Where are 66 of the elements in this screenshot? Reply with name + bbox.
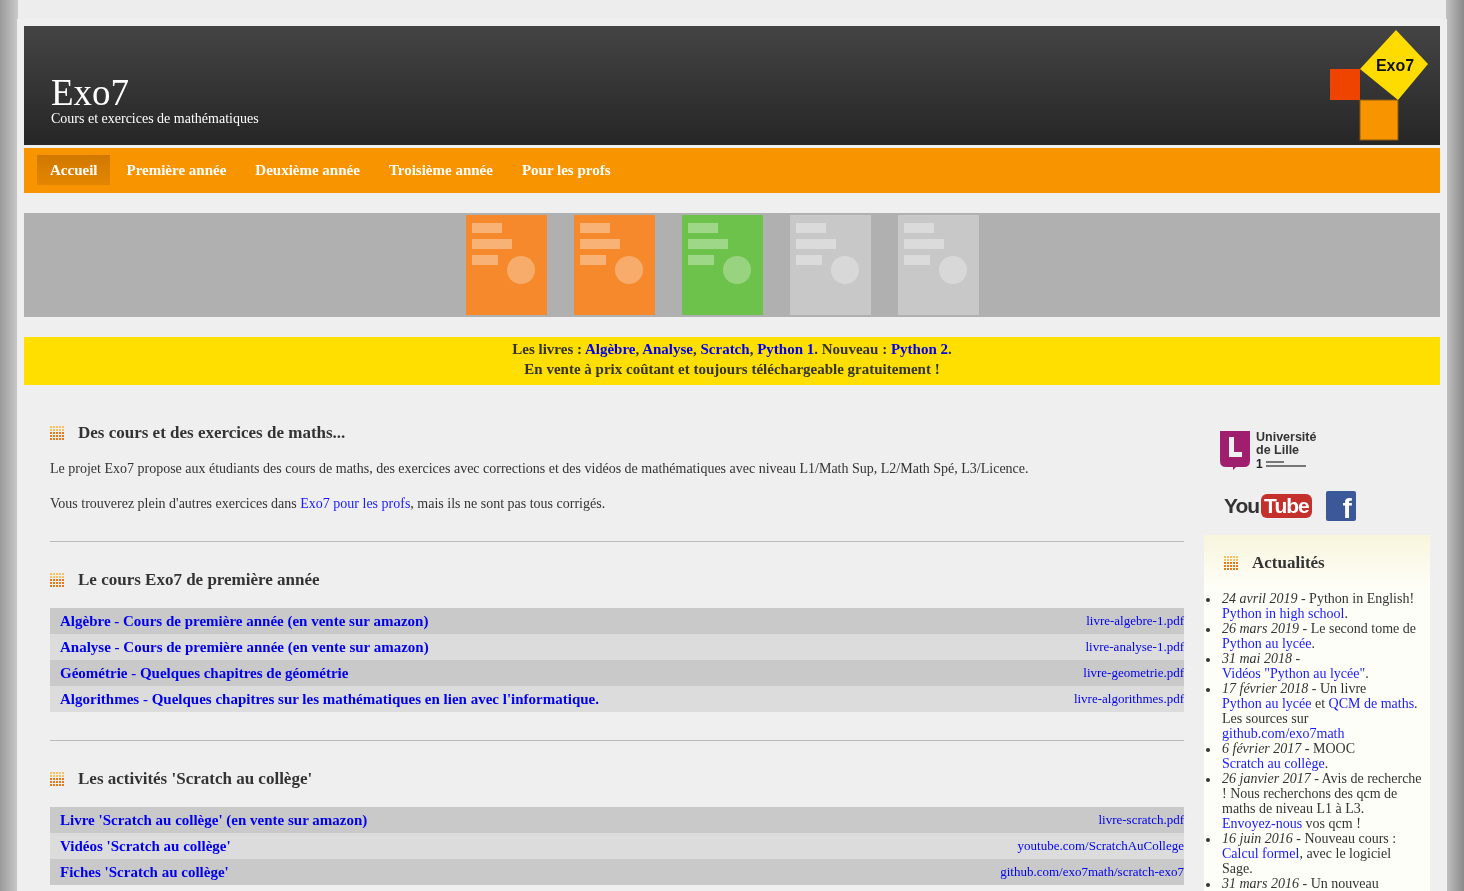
file-link[interactable]: livre-scratch.pdf [1098,812,1184,828]
course-link[interactable]: Algèbre - Cours de première année (en vente sur amazon) [60,612,429,630]
book-link[interactable]: Python 1 [757,341,815,357]
course-link[interactable]: Livre 'Scratch au collège' (en vente sur amazon) [60,811,368,829]
news-link[interactable]: Scratch au collège [1222,756,1325,771]
section-heading: Le cours Exo7 de première année [78,570,320,590]
course-link[interactable]: Analyse - Cours de première année (en vente sur amazon) [60,638,429,656]
section-heading: Les activités 'Scratch au collège' [78,769,313,789]
news-item: 26 janvier 2017 - Avis de recherche ! Nous recherchons des qcm de maths de niveau L1 à L3. Envoyez-nous vos qcm ! [1222,771,1422,831]
section-heading: Des cours et des exercices de maths... [78,423,346,443]
bullet-icon [1206,628,1210,632]
book-cover[interactable] [789,214,871,315]
news-link[interactable]: github.com/exo7math [1222,726,1345,741]
news-item: 16 juin 2016 - Nouveau cours : Calcul formel, avec le logiciel Sage. [1222,831,1398,876]
logo-drawing: Exo7 [1330,30,1428,141]
grid-icon [50,772,64,786]
file-link[interactable]: livre-analyse-1.pdf [1085,639,1184,655]
file-link[interactable]: youtube.com/ScratchAuCollege [1017,838,1184,854]
intro-paragraph: Vous trouverez plein d'autres exercices dans Exo7 pour les profs, mais ils ne sont pas tous corrigés. [50,495,607,513]
file-link[interactable]: livre-geometrie.pdf [1083,665,1184,681]
bullet-icon [1206,748,1210,752]
news-link[interactable]: Python au lycée [1222,696,1312,711]
university-name: Université de Lille [1256,431,1318,457]
grid-icon [50,426,64,440]
book-cover[interactable] [573,214,655,315]
book-cover[interactable] [897,214,979,315]
banner-text: En vente à prix coûtant et toujours téléchargeable gratuitement ! [524,360,940,379]
news-link[interactable]: Envoyez-nous [1222,816,1303,831]
news-heading: Actualités [1252,553,1325,573]
news-link[interactable]: Python in high school [1222,606,1345,621]
book-link[interactable]: Scratch [700,341,750,357]
site-title: Exo7 [51,74,130,112]
university-logo-icon [1220,431,1250,470]
course-link[interactable]: Géométrie - Quelques chapitres de géométrie [60,664,349,682]
book-link[interactable]: Python 2 [890,341,948,357]
bullet-icon [1206,838,1210,842]
grid-icon [50,573,64,587]
book-link[interactable]: Analyse [642,341,693,357]
news-item: 31 mars 2016 - Un nouveau [1222,876,1379,891]
news-item: 6 février 2017 - MOOC Scratch au collège. [1222,741,1356,771]
facebook-link[interactable]: f [1325,491,1356,521]
intro-paragraph: Le projet Exo7 propose aux étudiants des cours de maths, des exercices avec corrections et des vidéos de mathématiques avec niveau L1/Math Sup, L2/Math Spé, L3/Licence. [50,460,1030,478]
news-item: 24 avril 2019 - Python in English! Python in high school. [1222,591,1416,621]
news-item: 17 février 2018 - Un livre Python au lycée et QCM de maths. Les sources sur github.com/exo7math [1222,681,1419,741]
site-subtitle: Cours et exercices de mathématiques [51,111,259,128]
bullet-icon [1206,658,1210,662]
file-link[interactable]: github.com/exo7math/scratch-exo7 [1000,864,1184,880]
course-link[interactable]: Fiches 'Scratch au collège' [60,863,229,881]
news-item: 31 mai 2018 - Vidéos "Python au lycée". [1222,651,1370,681]
bullet-icon [1206,778,1210,782]
bullet-icon [1206,883,1210,887]
bullet-icon [1206,598,1210,602]
file-link[interactable]: livre-algebre-1.pdf [1086,613,1184,629]
grid-icon [1224,556,1238,570]
book-link[interactable]: Algèbre [584,341,636,357]
news-item: 26 mars 2019 - Le second tome de Python au lycée. [1222,621,1418,651]
course-link[interactable]: Algorithmes - Quelques chapitres sur les mathématiques en lien avec l'informatique. [60,690,599,708]
bullet-icon [1206,688,1210,692]
book-cover[interactable] [681,214,763,315]
course-link[interactable]: Vidéos 'Scratch au collège' [60,837,231,855]
banner-text: Les livres : Algèbre, Analyse, Scratch, Python 1. Nouveau : Python 2. [512,340,952,359]
tagline-drawing [1265,461,1306,467]
book-cover[interactable] [465,214,547,315]
news-link[interactable]: Vidéos "Python au lycée" [1222,666,1366,681]
file-link[interactable]: livre-algorithmes.pdf [1073,691,1184,707]
university-number: 1 [1256,457,1263,471]
